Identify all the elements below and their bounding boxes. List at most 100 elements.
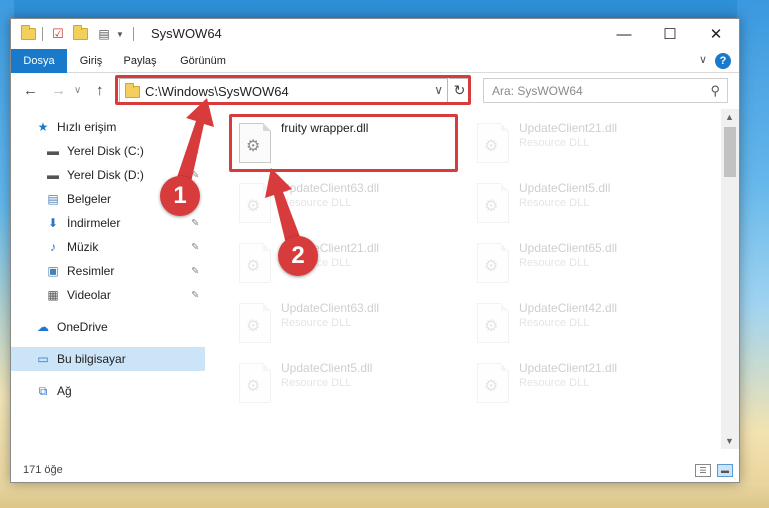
file-item[interactable]: ⚙ UpdateClient5.dll Resource DLL [469, 175, 695, 231]
sidebar-item-quick-access[interactable]: ★ Hızlı erişim [11, 115, 205, 139]
dll-file-icon: ⚙ [477, 123, 509, 163]
file-name: UpdateClient21.dll [519, 121, 618, 135]
scrollbar-thumb[interactable] [724, 127, 736, 177]
network-icon: ⧉ [38, 383, 48, 398]
dll-file-icon: ⚙ [477, 363, 509, 403]
ribbon-tabs: Dosya Giriş Paylaş Görünüm ∨ ? [11, 49, 739, 73]
file-item[interactable]: ⚙ UpdateClient21.dll Resource DLL [469, 115, 695, 171]
sidebar-item-network[interactable]: ⧉ Ağ [11, 379, 205, 403]
close-button[interactable]: ✕ [693, 19, 739, 49]
gear-icon: ⚙ [246, 138, 261, 155]
file-item[interactable]: ⚙ UpdateClient21.dll Resource DLL [469, 355, 695, 411]
file-name: UpdateClient65.dll [519, 241, 618, 255]
gear-icon: ⚙ [484, 198, 499, 215]
sidebar-item-onedrive[interactable]: ☁ OneDrive [11, 315, 205, 339]
window-title: SysWOW64 [151, 26, 222, 41]
dll-file-icon: ⚙ [239, 363, 271, 403]
pin-icon: ✎ [191, 169, 200, 181]
tab-share[interactable]: Paylaş [115, 49, 165, 73]
address-path[interactable]: C:\Windows\SysWOW64 [145, 84, 289, 99]
gear-icon: ⚙ [246, 378, 261, 395]
chevron-down-icon[interactable]: ▼ [115, 25, 125, 43]
tab-file[interactable]: Dosya [11, 49, 67, 73]
gear-icon: ⚙ [484, 318, 499, 335]
gear-icon: ⚙ [484, 138, 499, 155]
sidebar-item-label: Yerel Disk (D:) [67, 168, 144, 182]
refresh-button[interactable]: ↻ [449, 78, 471, 103]
file-item[interactable]: ⚙ UpdateClient63.dll Resource DLL [231, 175, 457, 231]
divider [133, 27, 134, 41]
folder-icon [125, 83, 140, 98]
help-button[interactable]: ? [715, 53, 731, 69]
file-type: Resource DLL [519, 317, 590, 329]
minimize-button[interactable]: — [601, 19, 647, 49]
file-item[interactable]: ⚙ UpdateClient21.dll Resource DLL [231, 235, 457, 291]
recent-locations-icon[interactable]: ∨ [74, 85, 81, 96]
folder-icon [19, 25, 37, 43]
star-icon: ★ [37, 120, 49, 134]
address-bar[interactable]: C:\Windows\SysWOW64 ∨ [119, 78, 448, 103]
file-item[interactable]: ⚙ UpdateClient63.dll Resource DLL [231, 295, 457, 351]
file-type: Resource DLL [281, 197, 352, 209]
new-folder-icon[interactable] [71, 25, 89, 43]
sidebar-item-videos[interactable]: ▦ Videolar ✎ [11, 283, 205, 307]
chevron-down-icon[interactable]: ∨ [434, 83, 443, 97]
sidebar-item-label: Hızlı erişim [57, 120, 117, 134]
file-item[interactable]: ⚙ UpdateClient5.dll Resource DLL [231, 355, 457, 411]
file-item-fruity-wrapper[interactable]: ⚙ fruity wrapper.dll [231, 115, 457, 171]
desktop-background-right [737, 0, 769, 508]
search-icon[interactable]: ⚲ [710, 83, 720, 99]
navigation-pane: ★ Hızlı erişim ▬ Yerel Disk (C:) ✎ ▬ Yer… [11, 109, 207, 449]
search-input[interactable]: Ara: SysWOW64 ⚲ [483, 78, 728, 103]
file-type: Resource DLL [519, 377, 590, 389]
file-item[interactable]: ⚙ UpdateClient42.dll Resource DLL [469, 295, 695, 351]
file-name: UpdateClient5.dll [281, 361, 373, 375]
documents-icon: ▤ [47, 192, 59, 206]
file-item[interactable]: ⚙ UpdateClient65.dll Resource DLL [469, 235, 695, 291]
sidebar-item-music[interactable]: ♪ Müzik ✎ [11, 235, 205, 259]
status-bar: 171 öğe ☰ ▬ [11, 459, 739, 482]
vertical-scrollbar[interactable]: ▲ ▼ [721, 109, 739, 449]
customize-quick-access-icon[interactable]: ▤ [95, 25, 113, 43]
sidebar-item-label: Müzik [67, 240, 99, 254]
dll-file-icon: ⚙ [239, 123, 271, 163]
download-icon: ⬇ [47, 216, 59, 230]
tab-view[interactable]: Görünüm [171, 49, 235, 73]
file-name: UpdateClient5.dll [519, 181, 611, 195]
sidebar-item-this-pc[interactable]: ▭ Bu bilgisayar [11, 347, 205, 371]
gear-icon: ⚙ [484, 258, 499, 275]
sidebar-item-label: Belgeler [67, 192, 112, 206]
dll-file-icon: ⚙ [477, 303, 509, 343]
computer-icon: ▭ [37, 352, 49, 366]
file-name: UpdateClient63.dll [281, 181, 380, 195]
back-button[interactable]: ← [23, 82, 38, 99]
maximize-button[interactable]: ☐ [647, 19, 693, 49]
pin-icon: ✎ [191, 289, 200, 301]
file-type: Resource DLL [519, 137, 590, 149]
pin-icon: ✎ [191, 145, 200, 157]
file-name: UpdateClient42.dll [519, 301, 618, 315]
scroll-up-icon[interactable]: ▲ [725, 112, 734, 122]
scroll-down-icon[interactable]: ▼ [725, 436, 734, 446]
sidebar-item-pictures[interactable]: ▣ Resimler ✎ [11, 259, 205, 283]
sidebar-item-local-disk-c[interactable]: ▬ Yerel Disk (C:) ✎ [11, 139, 205, 163]
dll-file-icon: ⚙ [239, 303, 271, 343]
gear-icon: ⚙ [246, 258, 261, 275]
sidebar-item-label: Ağ [57, 384, 72, 398]
pin-icon: ✎ [191, 241, 200, 253]
divider [42, 27, 43, 41]
gear-icon: ⚙ [246, 318, 261, 335]
properties-icon[interactable]: ☑ [49, 25, 67, 43]
file-explorer-window: ☑ ▤ ▼ SysWOW64 — ☐ ✕ Dosya Giriş Paylaş … [10, 18, 740, 483]
tab-home[interactable]: Giriş [71, 49, 111, 73]
up-button[interactable]: ↑ [96, 82, 104, 99]
dll-file-icon: ⚙ [477, 183, 509, 223]
step-badge-2: 2 [278, 236, 318, 276]
large-icons-view-button[interactable]: ▬ [717, 464, 733, 477]
file-type: Resource DLL [281, 377, 352, 389]
sidebar-item-label: Resimler [67, 264, 115, 278]
details-view-button[interactable]: ☰ [695, 464, 711, 477]
forward-button[interactable]: → [51, 82, 66, 99]
collapse-ribbon-icon[interactable]: ∨ [699, 53, 707, 66]
gear-icon: ⚙ [484, 378, 499, 395]
